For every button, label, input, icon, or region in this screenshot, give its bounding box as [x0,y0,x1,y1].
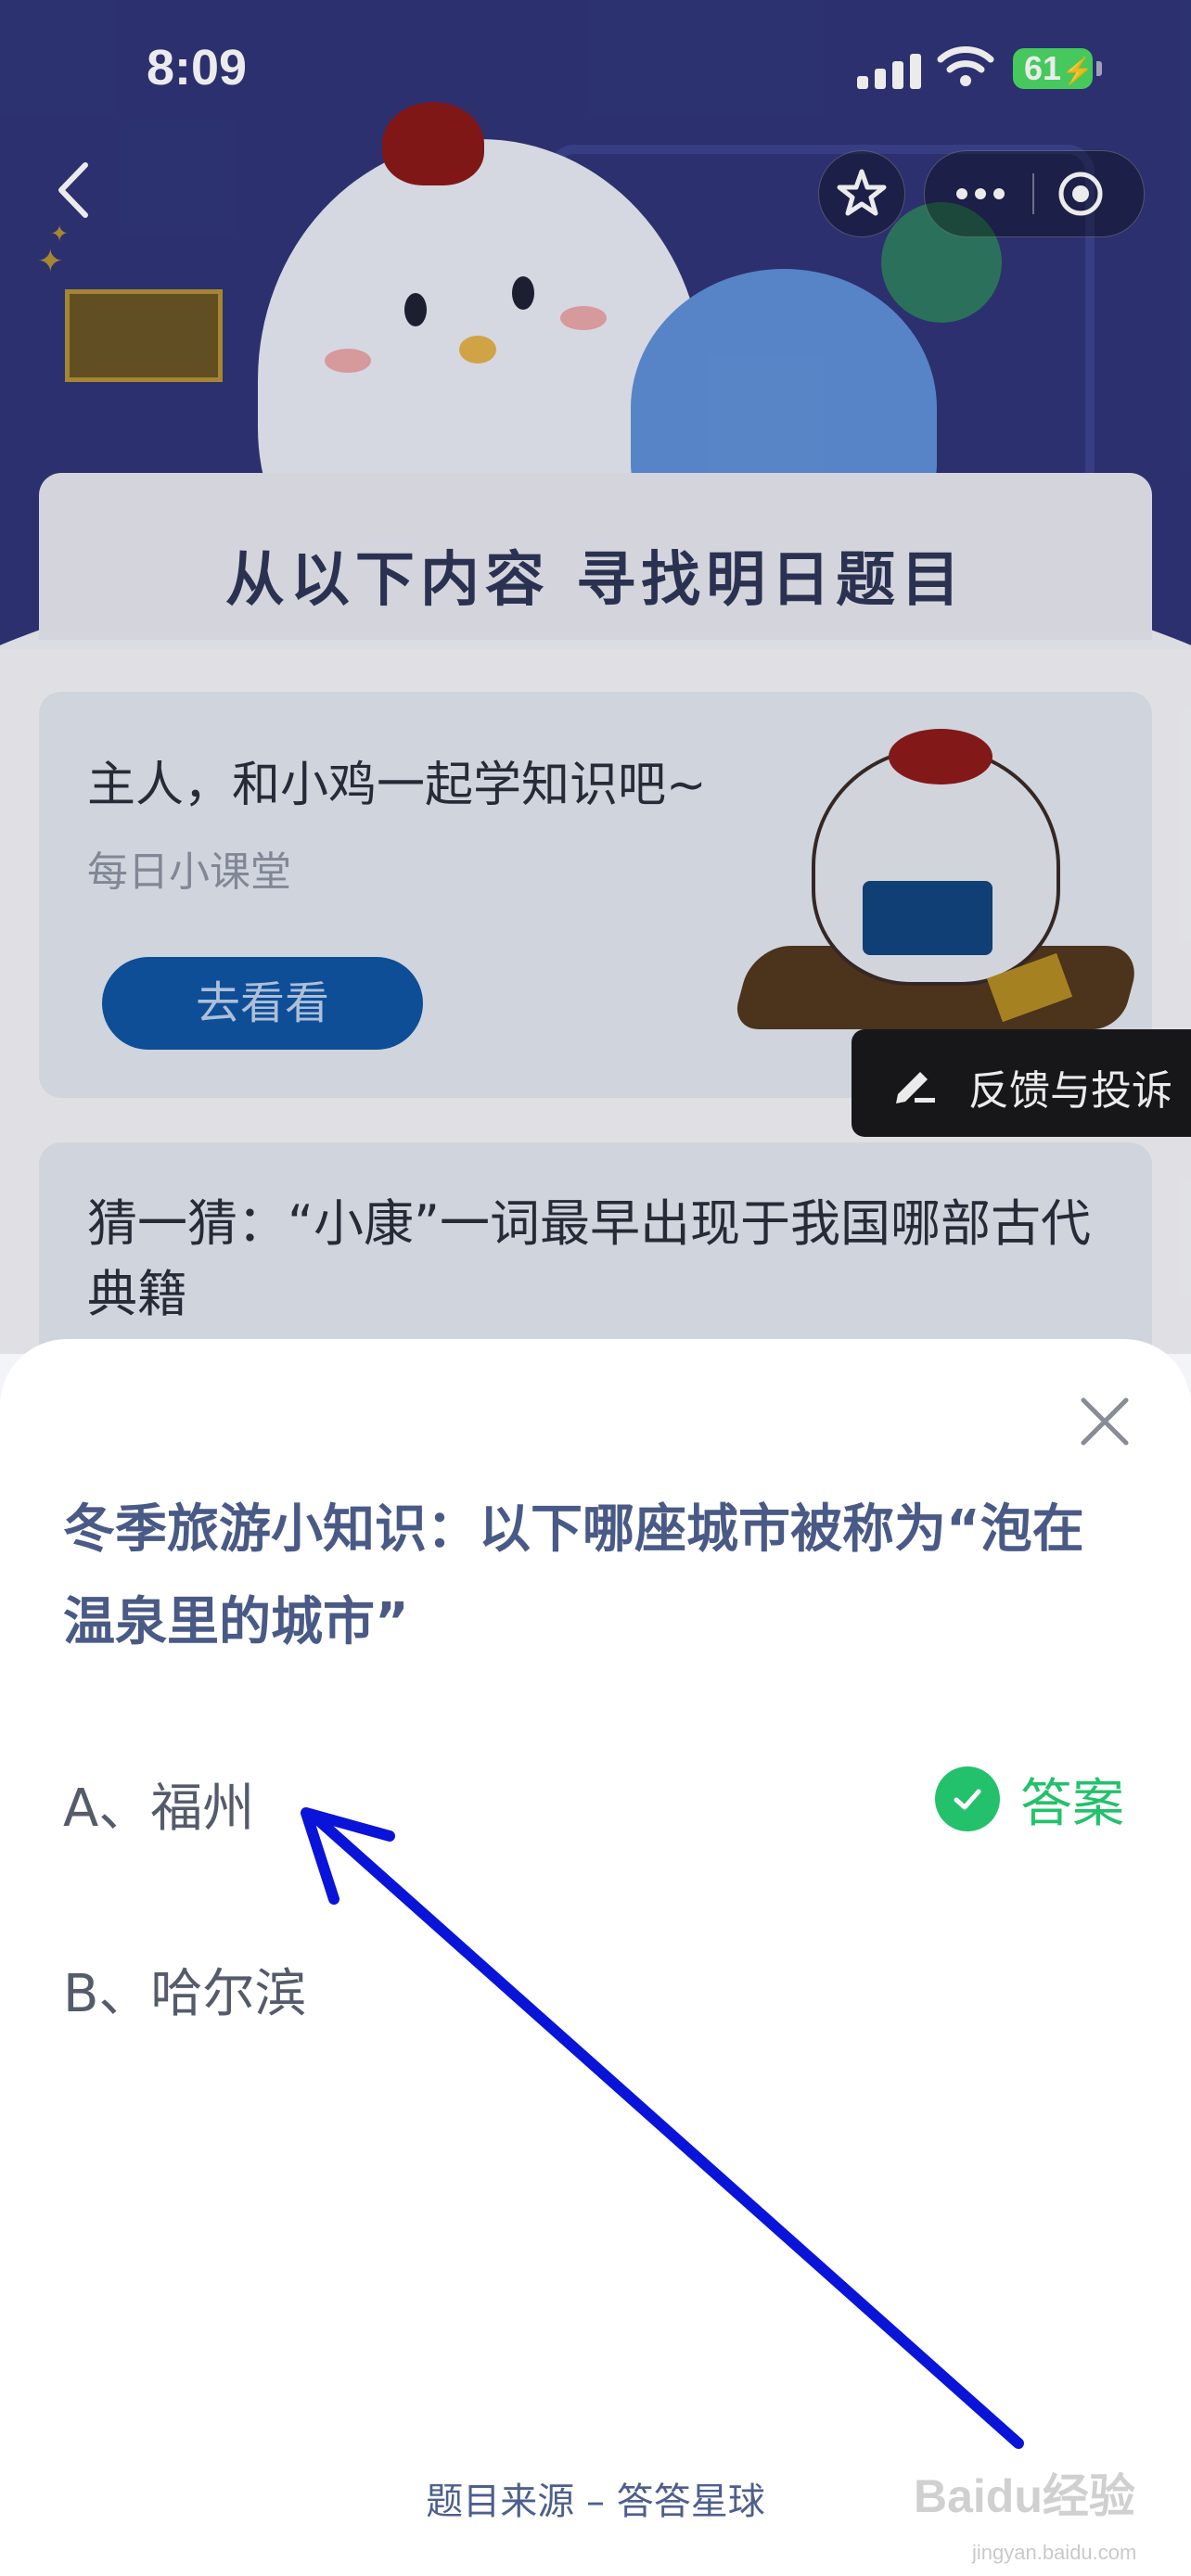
status-bar: 8:09 61⚡ [0,0,1191,139]
feedback-label: 反馈与投诉 [968,1067,1172,1115]
guess-card-title: 猜一猜：“小康”一词最早出现于我国哪部古代典籍 [87,1194,1091,1323]
wifi-icon [937,46,994,86]
section-header: 从以下内容 寻找明日题目 [39,473,1152,640]
answer-label: 答案 [1020,1773,1124,1834]
close-icon[interactable] [1076,1393,1133,1450]
mini-program-capsule [924,150,1145,237]
edit-pencil-icon [896,1072,935,1103]
book-illustration [863,881,992,955]
capsule-divider [1032,173,1034,214]
star-icon [837,169,887,216]
chick-beak [459,336,496,363]
check-icon [935,1766,1000,1831]
feedback-button[interactable]: 反馈与投诉 [852,1029,1191,1137]
option-b[interactable]: B、哈尔滨 [63,1952,306,2027]
baidu-watermark-site: jingyan.baidu.com [972,2541,1137,2564]
cellular-signal-icon [857,52,921,89]
question-text: 冬季旅游小知识：以下哪座城市被称为“泡在温泉里的城市” [63,1499,1084,1652]
sparkle-icon: ✦ [50,221,70,247]
status-time: 8:09 [147,40,248,96]
chick-comb [889,729,992,784]
sparkle-icon: ✦ [37,243,64,280]
close-miniprogram-icon[interactable] [1057,170,1105,218]
medal-frame-illustration [65,289,223,382]
battery-level: 61 [1024,49,1062,87]
go-look-button[interactable]: 去看看 [102,957,423,1050]
battery-icon: 61⚡ [1013,48,1094,89]
favorite-button[interactable] [818,150,905,237]
section-title: 从以下内容 寻找明日题目 [224,546,967,615]
option-a[interactable]: A、福州 [63,1766,254,1842]
card-subtitle: 每日小课堂 [87,848,291,896]
battery-tip [1096,61,1102,76]
card-title: 主人，和小鸡一起学知识吧~ [87,758,707,813]
back-arrow-icon[interactable] [48,158,104,223]
chick-eye [404,293,427,326]
chick-eye [512,276,534,310]
chick-blush [560,306,607,330]
more-options-icon[interactable] [953,179,1008,209]
answer-indicator: 答案 [935,1766,1124,1834]
baidu-watermark-logo: Baidu经验 [914,2470,1135,2522]
chick-blush [325,349,371,373]
